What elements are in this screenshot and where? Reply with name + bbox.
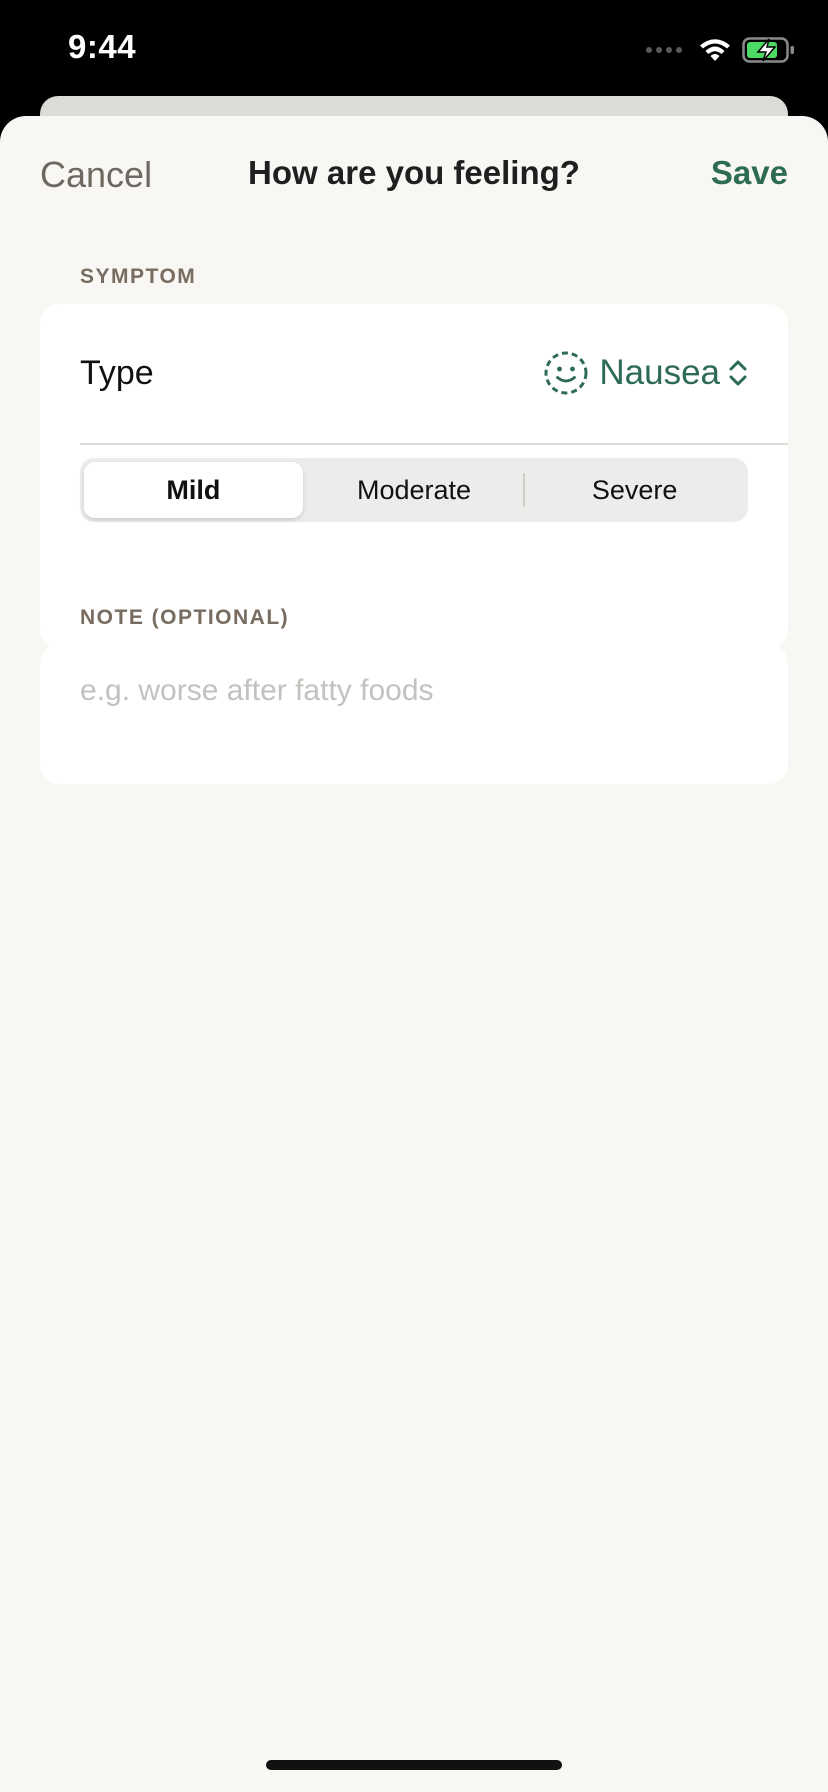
home-indicator (266, 1760, 562, 1770)
type-label: Type (80, 354, 154, 392)
battery-charging-icon (742, 37, 794, 63)
severity-option-severe[interactable]: Severe (525, 462, 744, 518)
chevron-up-down-icon (729, 360, 747, 386)
dashed-smiley-icon (544, 351, 588, 395)
severity-segmented-control: Mild Moderate Severe (80, 458, 748, 522)
severity-option-moderate[interactable]: Moderate (305, 462, 524, 518)
cellular-dots-icon (646, 47, 682, 53)
wifi-icon (700, 39, 730, 61)
type-row: Type Nausea (40, 304, 788, 444)
type-value: Nausea (599, 353, 720, 392)
symptom-card: Type Nausea Mild Moderate Severe (40, 304, 788, 649)
row-divider (80, 443, 788, 445)
symptom-entry-sheet: Cancel How are you feeling? Save SYMPTOM… (0, 116, 828, 1792)
note-section-header: NOTE (OPTIONAL) (80, 606, 290, 629)
symptom-section-header: SYMPTOM (80, 265, 197, 288)
status-icons (646, 33, 796, 67)
type-picker[interactable]: Nausea (543, 350, 750, 396)
save-button[interactable]: Save (711, 154, 788, 192)
note-input[interactable] (80, 674, 748, 708)
severity-option-mild[interactable]: Mild (84, 462, 303, 518)
note-card (40, 644, 788, 784)
status-time: 9:44 (68, 28, 137, 65)
nav-bar: Cancel How are you feeling? Save (0, 116, 828, 226)
status-bar: 9:44 (0, 0, 828, 100)
page-title: How are you feeling? (248, 154, 580, 191)
